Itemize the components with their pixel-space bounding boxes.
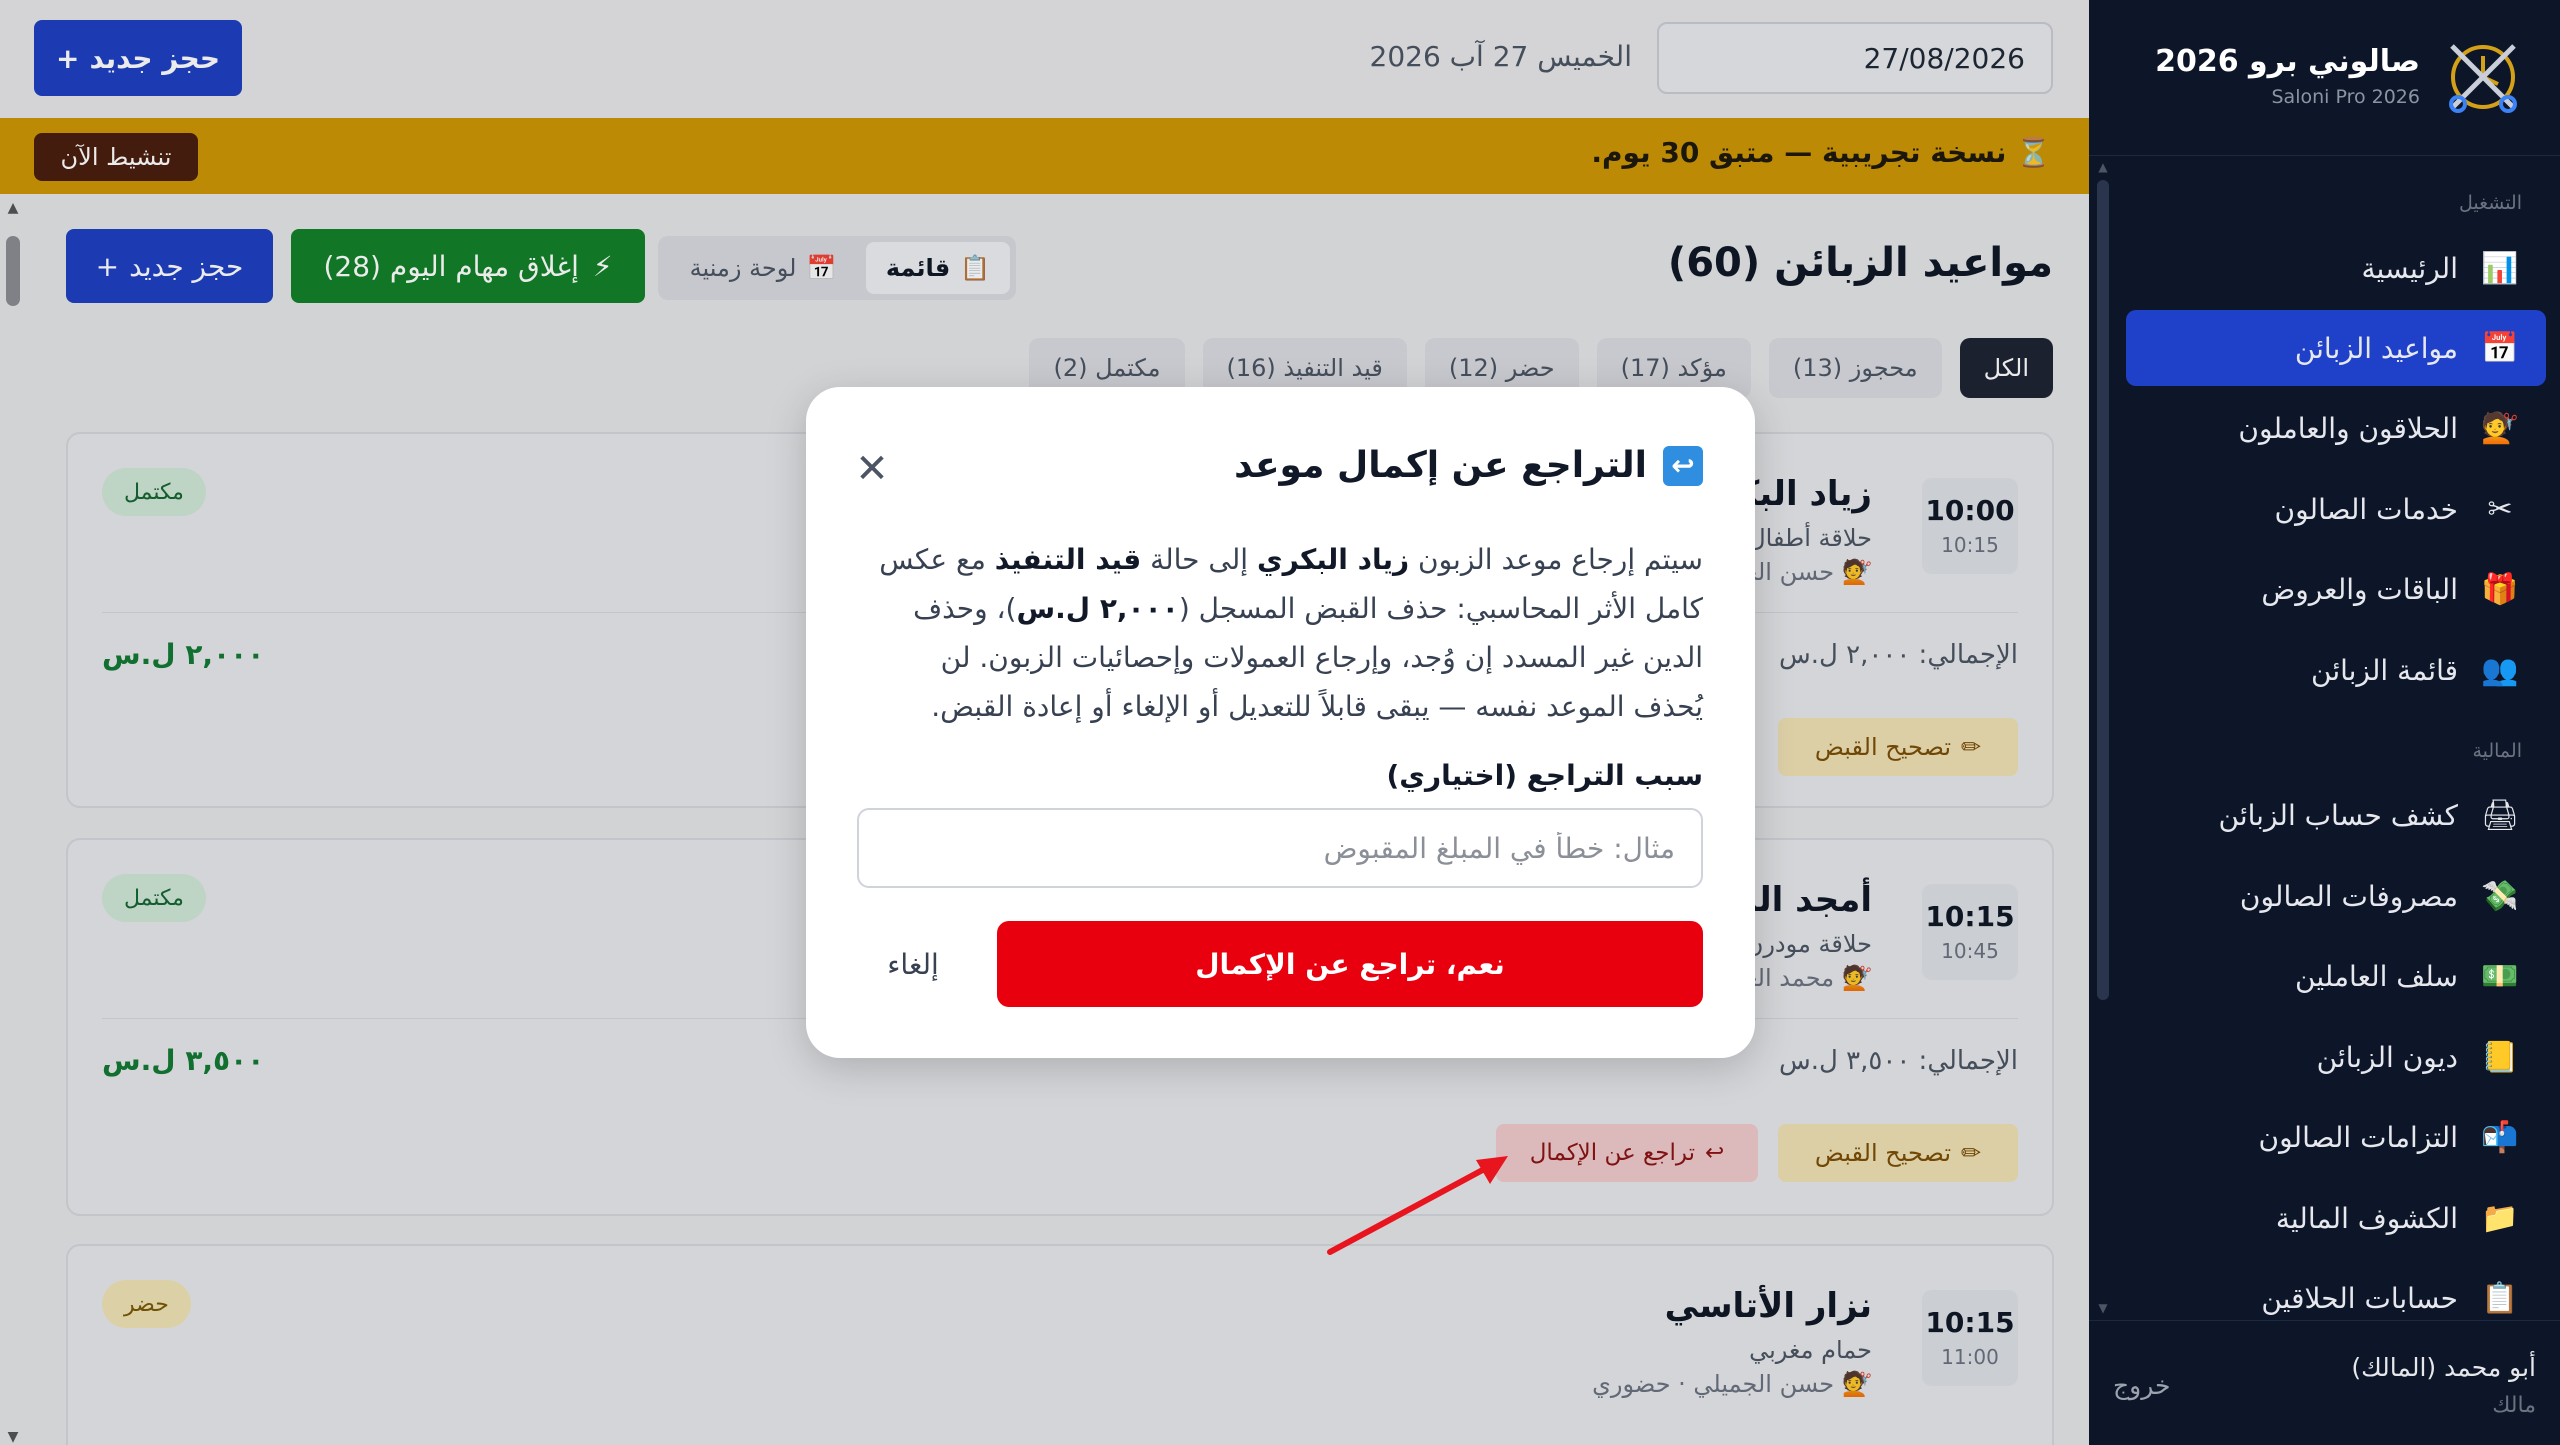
sidebar-item-debts[interactable]: 📒 ديون الزبائن	[2126, 1019, 2546, 1095]
user-panel: أبو محمد (المالك) مالك خروج	[2089, 1320, 2560, 1445]
sidebar-item-label: مصروفات الصالون	[2239, 879, 2458, 913]
folder-icon: 📁	[2481, 1200, 2519, 1236]
scroll-up-arrow-icon[interactable]: ▲	[2097, 160, 2109, 174]
brand-subtitle: Saloni Pro 2026	[2271, 86, 2420, 108]
sidebar-item-services[interactable]: ✂ خدمات الصالون	[2126, 471, 2546, 547]
sidebar-item-client-statement[interactable]: 🖨 كشف حساب الزبائن	[2126, 777, 2546, 853]
annotation-arrow-icon	[1327, 1156, 1508, 1255]
section-operations: التشغيل	[2458, 192, 2522, 214]
clipboard-icon: 📋	[2481, 1280, 2519, 1316]
scissors-icon: ✂	[2487, 491, 2513, 527]
sidebar-scrollbar[interactable]: ▲ ▼	[2097, 160, 2109, 1315]
cash-icon: 💵	[2481, 958, 2519, 994]
mailbox-icon: 📬	[2481, 1119, 2519, 1155]
sidebar-item-financial-reports[interactable]: 📁 الكشوف المالية	[2126, 1180, 2546, 1256]
sidebar-item-packages[interactable]: 🎁 الباقات والعروض	[2126, 551, 2546, 627]
close-icon[interactable]: ✕	[852, 449, 892, 489]
sidebar-item-label: الباقات والعروض	[2261, 572, 2458, 606]
sidebar-item-label: كشف حساب الزبائن	[2218, 798, 2458, 832]
sidebar-item-clients[interactable]: 👥 قائمة الزبائن	[2126, 632, 2546, 708]
sidebar-item-appointments[interactable]: 📅 مواعيد الزبائن	[2126, 310, 2546, 386]
brand-title: صالوني برو 2026	[2155, 44, 2420, 79]
main-area: 27/08/2026 الخميس 27 آب 2026 حجز جديد + …	[0, 0, 2089, 1445]
sidebar-item-label: التزامات الصالون	[2258, 1120, 2458, 1154]
sidebar-item-obligations[interactable]: 📬 التزامات الصالون	[2126, 1099, 2546, 1175]
undo-icon: ↩	[1663, 445, 1703, 486]
sidebar-item-home[interactable]: 📊 الرئيسية	[2126, 230, 2546, 306]
user-role: مالك	[2492, 1393, 2536, 1418]
barber-icon: 💇	[2481, 410, 2519, 446]
ledger-icon: 📒	[2481, 1039, 2519, 1075]
scrollbar-thumb[interactable]	[2097, 180, 2109, 1000]
sidebar-item-label: مواعيد الزبائن	[2294, 331, 2458, 365]
sidebar-item-label: الكشوف المالية	[2275, 1201, 2458, 1235]
message-client-name: زياد البكري	[1256, 543, 1410, 576]
sidebar-item-label: الرئيسية	[2361, 251, 2458, 285]
message-status: قيد التنفيذ	[994, 543, 1142, 576]
section-finance: المالية	[2472, 740, 2522, 762]
money-wings-icon: 💸	[2481, 878, 2519, 914]
chart-icon: 📊	[2481, 250, 2519, 286]
revert-completion-dialog: ↩ التراجع عن إكمال موعد ✕ سيتم إرجاع موع…	[806, 387, 1755, 1058]
message-text: سيتم إرجاع موعد الزبون	[1409, 543, 1703, 576]
gift-icon: 🎁	[2481, 571, 2519, 607]
confirm-revert-button[interactable]: نعم، تراجع عن الإكمال	[997, 921, 1703, 1007]
user-name: أبو محمد (المالك)	[2351, 1353, 2536, 1382]
sidebar-item-label: سلف العاملين	[2295, 959, 2458, 993]
sidebar-item-label: قائمة الزبائن	[2311, 653, 2458, 687]
scissors-clock-logo-icon	[2449, 44, 2517, 113]
scroll-down-arrow-icon[interactable]: ▼	[2097, 1301, 2109, 1315]
dialog-title-text: التراجع عن إكمال موعد	[1234, 445, 1647, 486]
message-text: إلى حالة	[1141, 543, 1257, 576]
sidebar-item-barbers[interactable]: 💇 الحلاقون والعاملون	[2126, 390, 2546, 466]
users-icon: 👥	[2481, 652, 2519, 688]
sidebar: صالوني برو 2026 Saloni Pro 2026 التشغيل …	[2089, 0, 2560, 1445]
sidebar-divider	[2089, 155, 2560, 156]
sidebar-item-label: حسابات الحلاقين	[2261, 1281, 2458, 1315]
brand: صالوني برو 2026 Saloni Pro 2026	[2122, 38, 2522, 118]
dialog-message: سيتم إرجاع موعد الزبون زياد البكري إلى ح…	[873, 535, 1703, 731]
reason-label: سبب التراجع (اختياري)	[1386, 759, 1704, 792]
sidebar-item-label: ديون الزبائن	[2316, 1040, 2458, 1074]
sidebar-item-expenses[interactable]: 💸 مصروفات الصالون	[2126, 858, 2546, 934]
cancel-button[interactable]: إلغاء	[858, 921, 968, 1007]
logout-button[interactable]: خروج	[2113, 1371, 2170, 1400]
dialog-title: ↩ التراجع عن إكمال موعد	[1234, 445, 1703, 486]
sidebar-item-label: خدمات الصالون	[2274, 492, 2458, 526]
sidebar-item-advances[interactable]: 💵 سلف العاملين	[2126, 938, 2546, 1014]
statement-icon: 🖨	[2480, 797, 2520, 833]
message-amount: ٢,٠٠٠ ل.س	[1016, 592, 1179, 625]
calendar-icon: 📅	[2481, 330, 2519, 366]
sidebar-item-label: الحلاقون والعاملون	[2238, 411, 2458, 445]
reason-input[interactable]	[857, 808, 1703, 888]
